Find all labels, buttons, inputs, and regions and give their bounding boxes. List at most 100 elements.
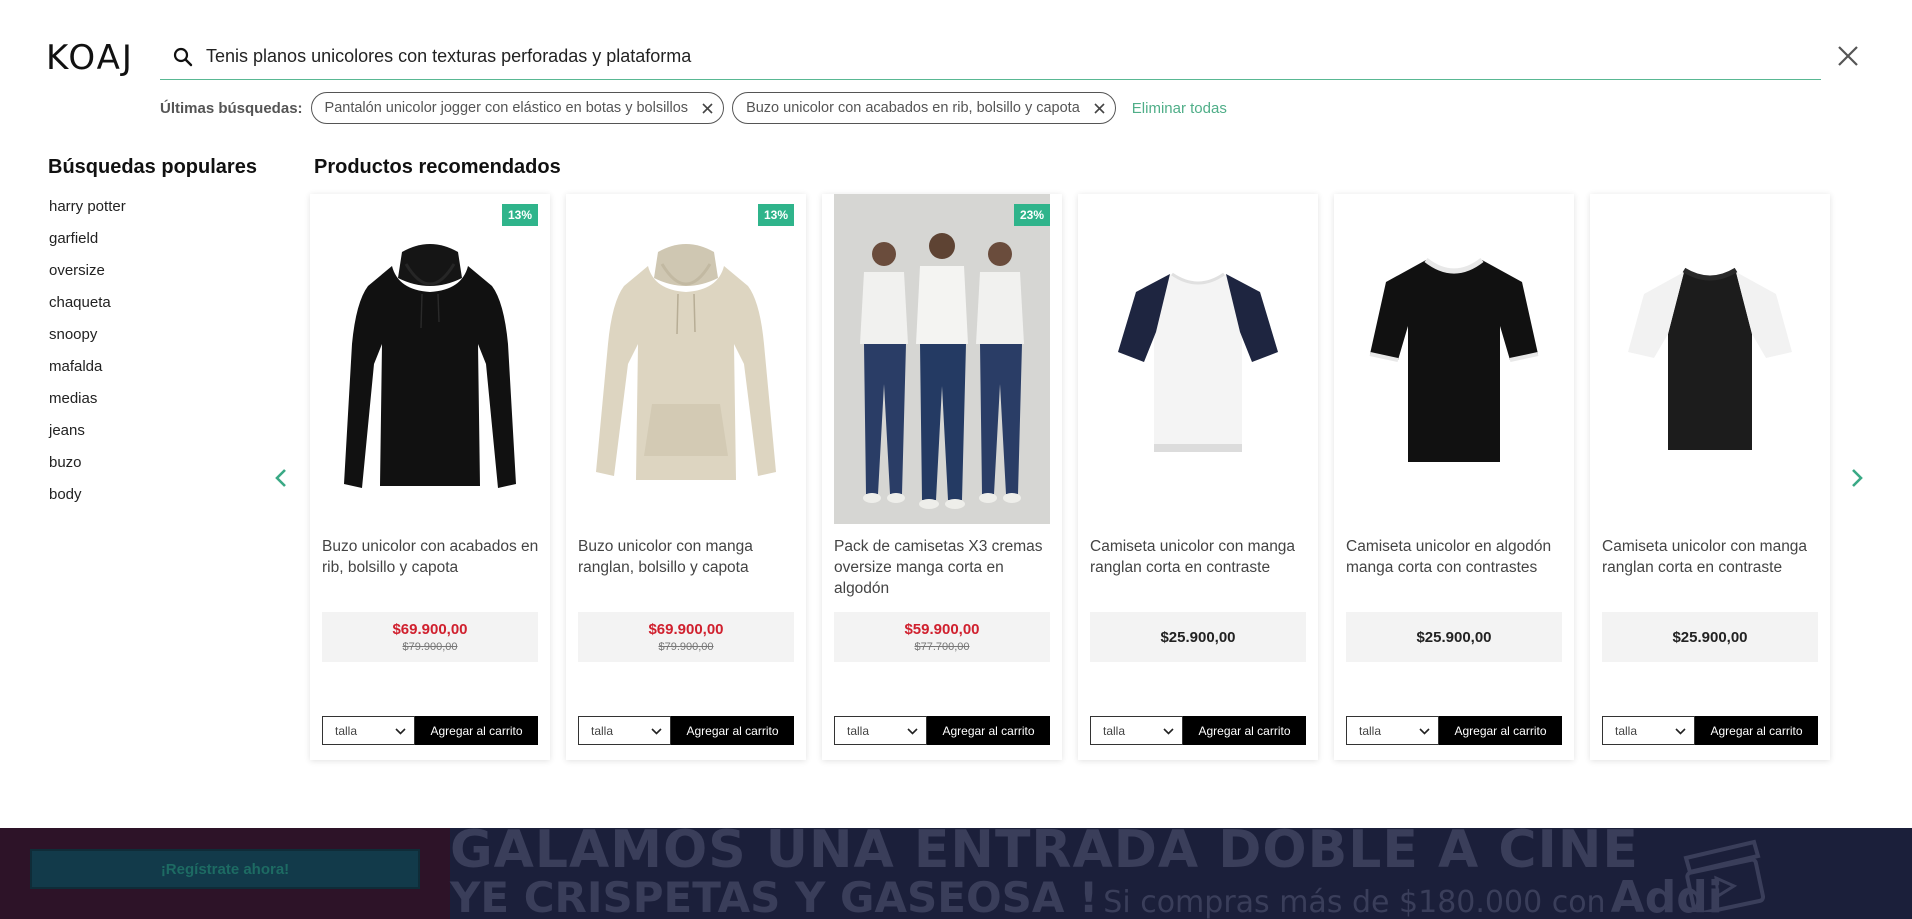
popular-search-item[interactable]: oversize (49, 260, 126, 292)
koaj-logo[interactable]: KOAJ (46, 38, 134, 78)
card-actions: talla Agregar al carrito (834, 716, 1050, 745)
product-image[interactable] (1346, 194, 1562, 524)
card-actions: talla Agregar al carrito (1346, 716, 1562, 745)
discount-badge: 13% (757, 204, 794, 226)
product-name[interactable]: Buzo unicolor con manga ranglan, bolsill… (578, 536, 796, 578)
chevron-down-icon (1163, 724, 1174, 738)
recent-search-chip[interactable]: Buzo unicolor con acabados en rib, bolsi… (732, 92, 1116, 124)
popular-search-item[interactable]: chaqueta (49, 292, 126, 324)
search-icon (160, 34, 206, 80)
price: $25.900,00 (1416, 628, 1492, 646)
search-input[interactable] (206, 36, 1821, 77)
product-card[interactable]: Camiseta unicolor en algodón manga corta… (1334, 194, 1574, 760)
price: $25.900,00 (1672, 628, 1748, 646)
popular-search-item[interactable]: snoopy (49, 324, 126, 356)
chevron-down-icon (1419, 724, 1430, 738)
product-image[interactable] (1602, 194, 1818, 524)
product-image[interactable] (322, 194, 538, 524)
carousel-prev-icon[interactable] (266, 463, 296, 493)
add-to-cart-button[interactable]: Agregar al carrito (415, 716, 538, 745)
recent-search-text: Buzo unicolor con acabados en rib, bolsi… (746, 100, 1080, 116)
popular-search-item[interactable]: jeans (49, 420, 126, 452)
recent-searches: Últimas búsquedas: Pantalón unicolor jog… (160, 92, 1227, 124)
size-select-label: talla (335, 723, 358, 738)
size-select[interactable]: talla (834, 716, 927, 745)
banner-subline-big: YE CRISPETAS Y GASEOSA ! (450, 873, 1099, 919)
price-box: $25.900,00 (1090, 612, 1306, 662)
banner-subline: YE CRISPETAS Y GASEOSA ! Si compras más … (450, 872, 1723, 919)
card-actions: talla Agregar al carrito (578, 716, 794, 745)
original-price: $77.700,00 (914, 641, 970, 653)
search-bar (160, 34, 1821, 80)
card-actions: talla Agregar al carrito (322, 716, 538, 745)
sale-price: $59.900,00 (904, 621, 980, 638)
popular-search-item[interactable]: body (49, 484, 126, 516)
original-price: $79.900,00 (402, 641, 458, 653)
product-card[interactable]: 13% Buzo unicolor con acabados en rib, b… (310, 194, 550, 760)
size-select[interactable]: talla (578, 716, 671, 745)
product-name[interactable]: Camiseta unicolor con manga ranglan cort… (1602, 536, 1820, 578)
popular-search-item[interactable]: harry potter (49, 196, 126, 228)
recent-search-text: Pantalón unicolor jogger con elástico en… (324, 100, 689, 116)
popular-search-item[interactable]: buzo (49, 452, 126, 484)
remove-icon[interactable] (702, 102, 713, 114)
promo-banner[interactable]: ¡Regístrate ahora! GALAMOS UNA ENTRADA D… (0, 828, 1912, 919)
card-actions: talla Agregar al carrito (1090, 716, 1306, 745)
sale-price: $69.900,00 (392, 621, 468, 638)
size-select-label: talla (591, 723, 614, 738)
size-select-label: talla (1359, 723, 1382, 738)
add-to-cart-button[interactable]: Agregar al carrito (671, 716, 794, 745)
add-to-cart-button[interactable]: Agregar al carrito (927, 716, 1050, 745)
close-icon[interactable] (1834, 42, 1862, 70)
price-box: $25.900,00 (1346, 612, 1562, 662)
popular-searches-title: Búsquedas populares (48, 156, 257, 178)
product-name[interactable]: Buzo unicolor con acabados en rib, bolsi… (322, 536, 540, 578)
clapperboard-icon (1676, 836, 1772, 916)
add-to-cart-button[interactable]: Agregar al carrito (1439, 716, 1562, 745)
size-select[interactable]: talla (1346, 716, 1439, 745)
product-name[interactable]: Pack de camisetas X3 cremas oversize man… (834, 536, 1052, 599)
size-select-label: talla (1103, 723, 1126, 738)
price-box: $69.900,00 $79.900,00 (322, 612, 538, 662)
popular-search-item[interactable]: mafalda (49, 356, 126, 388)
chevron-down-icon (395, 724, 406, 738)
size-select[interactable]: talla (322, 716, 415, 745)
recent-searches-label: Últimas búsquedas: (160, 99, 303, 117)
discount-badge: 23% (1013, 204, 1050, 226)
add-to-cart-button[interactable]: Agregar al carrito (1695, 716, 1818, 745)
recommended-products-title: Productos recomendados (314, 156, 561, 178)
banner-subline-small: Si compras más de $180.000 con (1103, 885, 1606, 919)
price-box: $59.900,00 $77.700,00 (834, 612, 1050, 662)
product-image[interactable] (1090, 194, 1306, 524)
product-image[interactable] (834, 194, 1050, 524)
price-box: $69.900,00 $79.900,00 (578, 612, 794, 662)
product-card[interactable]: Camiseta unicolor con manga ranglan cort… (1078, 194, 1318, 760)
product-image[interactable] (578, 194, 794, 524)
banner-register-panel: ¡Regístrate ahora! (0, 828, 450, 919)
popular-search-item[interactable]: garfield (49, 228, 126, 260)
register-button[interactable]: ¡Regístrate ahora! (30, 849, 420, 889)
price-box: $25.900,00 (1602, 612, 1818, 662)
chevron-down-icon (907, 724, 918, 738)
chevron-down-icon (651, 724, 662, 738)
add-to-cart-button[interactable]: Agregar al carrito (1183, 716, 1306, 745)
product-name[interactable]: Camiseta unicolor con manga ranglan cort… (1090, 536, 1308, 578)
sale-price: $69.900,00 (648, 621, 724, 638)
product-name[interactable]: Camiseta unicolor en algodón manga corta… (1346, 536, 1564, 578)
clear-all-link[interactable]: Eliminar todas (1132, 100, 1227, 117)
discount-badge: 13% (501, 204, 538, 226)
product-card[interactable]: 13% Buzo unicolor con manga ranglan, bol… (566, 194, 806, 760)
recent-search-chip[interactable]: Pantalón unicolor jogger con elástico en… (310, 92, 725, 124)
size-select-label: talla (1615, 723, 1638, 738)
original-price: $79.900,00 (658, 641, 714, 653)
product-card[interactable]: 23% Pack de camisetas X3 cremas oversize… (822, 194, 1062, 760)
size-select[interactable]: talla (1090, 716, 1183, 745)
card-actions: talla Agregar al carrito (1602, 716, 1818, 745)
popular-search-item[interactable]: medias (49, 388, 126, 420)
product-card[interactable]: Camiseta unicolor con manga ranglan cort… (1590, 194, 1830, 760)
remove-icon[interactable] (1094, 102, 1105, 114)
size-select[interactable]: talla (1602, 716, 1695, 745)
price: $25.900,00 (1160, 628, 1236, 646)
size-select-label: talla (847, 723, 870, 738)
carousel-next-icon[interactable] (1842, 463, 1872, 493)
